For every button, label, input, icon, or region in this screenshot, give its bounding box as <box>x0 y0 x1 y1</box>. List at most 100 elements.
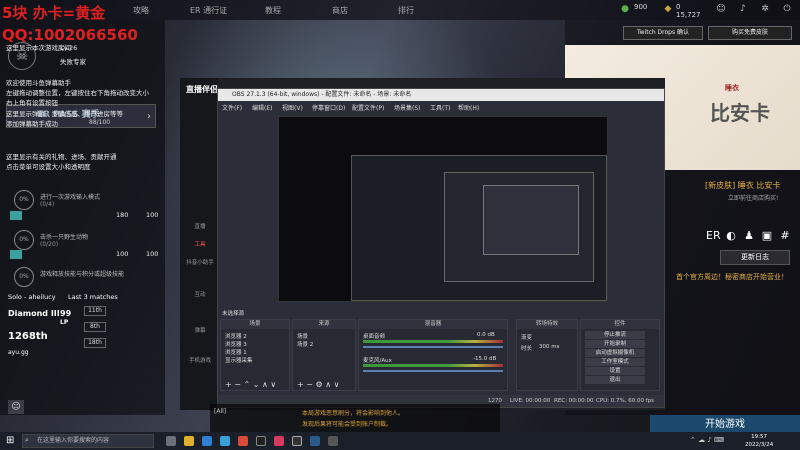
exit-button[interactable]: 退出 <box>585 376 645 384</box>
msg-7: 这里显示有关的礼物、进场、贡献开通 <box>6 153 117 161</box>
overlay-banner-text: 5块 办卡=黄金 <box>2 4 106 22</box>
quest-badge-icon: 0% <box>14 190 34 210</box>
preview-nested-1 <box>351 155 607 301</box>
task-view-icon[interactable] <box>166 436 176 446</box>
preview-nested-3 <box>483 185 579 255</box>
gem-icon: ◆ <box>664 4 672 14</box>
chat-channel[interactable]: [All] <box>214 408 226 415</box>
obs-preview[interactable] <box>278 116 608 302</box>
mixer-track-db: -15.0 dB <box>473 356 497 362</box>
nav-shop[interactable]: 商店 <box>332 5 348 16</box>
menu-help[interactable]: 帮助(H) <box>458 103 479 112</box>
douyin-title: 直播伴侣 <box>186 85 218 94</box>
virtual-camera-button[interactable]: 启动虚拟摄像机 <box>585 349 645 357</box>
scenes-dock: 场景 浏览器 2 浏览器 3 浏览器 1 显示器采集 + − ⌃ ⌄ ∧ ∨ <box>220 319 290 391</box>
menu-file[interactable]: 文件(F) <box>222 103 242 112</box>
quest-progress: (0/20) <box>40 241 59 248</box>
taskbar-clock[interactable]: 19:57 2022/3/24 <box>745 433 773 449</box>
mixer-header: 混音器 <box>359 320 507 329</box>
skin-subtitle[interactable]: 立即前往商店购买! <box>728 193 778 202</box>
scene-toolbar[interactable]: + − ⌃ ⌄ ∧ ∨ <box>225 380 276 389</box>
start-recording-button[interactable]: 开始录制 <box>585 340 645 348</box>
scene-item[interactable]: 显示器采集 <box>225 356 253 364</box>
coin-icon: ● <box>621 4 629 14</box>
menu-docks[interactable]: 停靠窗口(D) <box>312 103 345 112</box>
windows-start-icon[interactable]: ⊞ <box>6 435 14 446</box>
tray-icons[interactable]: ⌃ ☁ ♪ ⌨ <box>690 436 724 444</box>
hashtag-icon[interactable]: # <box>778 230 792 242</box>
menu-view[interactable]: 视图(V) <box>282 103 303 112</box>
game-icon[interactable] <box>328 436 338 446</box>
side-item-live[interactable]: 直播 <box>184 222 216 230</box>
wechat-icon[interactable]: ◐ <box>724 230 738 242</box>
side-item-assistant[interactable]: 抖音小助手 <box>184 258 216 266</box>
nav-pass[interactable]: ER 通行证 <box>190 5 227 16</box>
source-item[interactable]: 场景 <box>297 332 308 340</box>
douyin-sidebar: 直播伴侣 直播 工具 抖音小助手 互动 弹幕 手机游戏 <box>180 78 218 410</box>
app-icon[interactable] <box>256 436 266 446</box>
side-item-tools[interactable]: 工具 <box>184 240 216 248</box>
top-nav-bar: 攻略 ER 通行证 教程 商店 排行 ● 900 ◆ 0 15,727 ☺ ♪ … <box>0 0 800 20</box>
rank-tier: Diamond III <box>8 309 60 318</box>
douyin-icon[interactable] <box>274 436 284 446</box>
er-logo-icon[interactable]: ER <box>706 230 721 242</box>
mixer-track-name: 麦克风/Aux <box>363 358 392 364</box>
chrome-icon[interactable] <box>238 436 248 446</box>
studio-mode-button[interactable]: 工作室模式 <box>585 358 645 366</box>
scene-item[interactable]: 浏览器 1 <box>225 348 247 356</box>
steam-icon[interactable] <box>310 436 320 446</box>
menu-scene-collection[interactable]: 场景集(S) <box>394 103 421 112</box>
settings-button[interactable]: 设置 <box>585 367 645 375</box>
msg-2: 欢迎使用斗鱼弹幕助手 <box>6 79 71 87</box>
stop-stream-button[interactable]: 停止推流 <box>585 331 645 339</box>
volume-slider[interactable] <box>363 346 503 348</box>
taskbar-search[interactable]: 在这里输入你要搜索的内容 <box>22 434 154 448</box>
match-pill-2: 8th <box>84 322 106 332</box>
side-item-mobile[interactable]: 手机游戏 <box>184 356 216 364</box>
update-log-button[interactable]: 更新日志 <box>720 250 790 265</box>
buy-skin-button[interactable]: 购买免费皮肤 <box>708 26 792 40</box>
transition-select[interactable]: 渐变 <box>521 333 532 341</box>
side-item-danmaku[interactable]: 弹幕 <box>184 326 216 334</box>
store-icon[interactable] <box>220 436 230 446</box>
profile-title: 失败专家 <box>60 58 86 66</box>
twitch-drops-button[interactable]: Twitch Drops 确认 <box>623 26 703 40</box>
file-explorer-icon[interactable] <box>184 436 194 446</box>
obs-icon[interactable] <box>292 436 302 446</box>
edge-icon[interactable] <box>202 436 212 446</box>
coin-count: 900 <box>634 3 648 11</box>
scene-item[interactable]: 浏览器 3 <box>225 340 247 348</box>
duration-label: 时长 <box>521 346 533 352</box>
mixer-dock: 混音器 桌面音频 0.0 dB 麦克风/Aux -15.0 dB <box>358 319 508 391</box>
skin-title: [新皮肤] 睡衣 比安卡 <box>705 181 781 190</box>
power-icon[interactable]: ⏻ <box>782 4 792 14</box>
nav-guide[interactable]: 攻略 <box>133 5 149 16</box>
transitions-dock: 转场特效 渐变 时长 300 ms <box>516 319 578 391</box>
quest-title: 游戏释放技能与积分或超级技能 <box>40 271 125 278</box>
scenes-header: 场景 <box>221 320 289 329</box>
source-toolbar[interactable]: + − ⚙ ∧ ∨ <box>297 380 339 389</box>
menu-tools[interactable]: 工具(T) <box>430 103 450 112</box>
user-avatar-icon[interactable]: ☺ <box>8 400 24 414</box>
currency3-count: 15,727 <box>676 11 701 19</box>
side-item-interact[interactable]: 互动 <box>184 290 216 298</box>
nav-tutorial[interactable]: 教程 <box>265 5 281 16</box>
reward-a: 180 <box>116 211 129 219</box>
match-pill-1: 11th <box>84 306 106 316</box>
scene-item[interactable]: 浏览器 2 <box>225 332 247 340</box>
menu-profile[interactable]: 配置文件(P) <box>352 103 384 112</box>
bell-icon[interactable]: ♪ <box>738 4 748 14</box>
gear-icon[interactable]: ✲ <box>760 4 770 14</box>
status-cpu: CPU: 0.7%, 60.00 fps <box>596 398 655 404</box>
qq-icon[interactable]: ♟ <box>742 230 756 242</box>
menu-edit[interactable]: 编辑(E) <box>252 103 272 112</box>
chevron-right-icon[interactable]: › <box>147 111 151 122</box>
clock-time: 19:57 <box>751 434 768 440</box>
controls-header: 控件 <box>581 320 659 329</box>
duration-value[interactable]: 300 ms <box>539 344 559 350</box>
source-item[interactable]: 场景 2 <box>297 340 313 348</box>
bilibili-icon[interactable]: ▣ <box>760 230 774 242</box>
volume-slider[interactable] <box>363 370 503 372</box>
nav-ranking[interactable]: 排行 <box>398 5 414 16</box>
user-icon[interactable]: ☺ <box>716 4 726 14</box>
